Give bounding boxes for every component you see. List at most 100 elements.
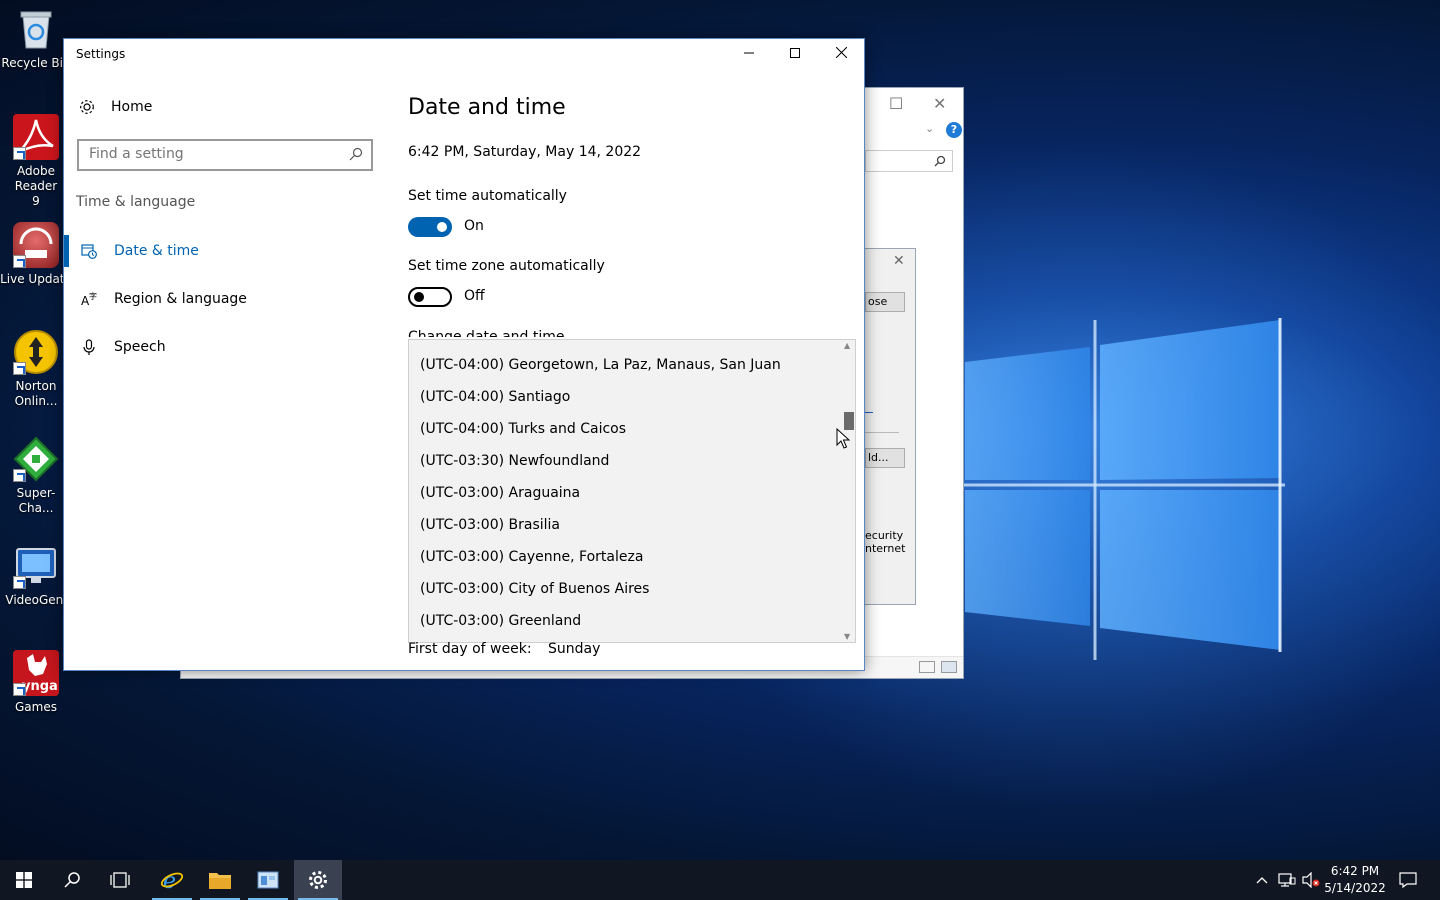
speaker-muted-icon (1302, 872, 1320, 888)
tiles-view-icon[interactable] (941, 661, 957, 673)
timezone-dropdown-list[interactable]: (UTC-04:00) Georgetown, La Paz, Manaus, … (408, 339, 856, 643)
internet-explorer-icon: e (160, 869, 184, 892)
settings-window[interactable]: Settings Home Time & language (63, 38, 865, 671)
clock-calendar-icon (81, 244, 97, 259)
timezone-option[interactable]: (UTC-03:00) Araguaina (409, 477, 855, 509)
search-button[interactable] (48, 860, 96, 900)
windows-start-icon (16, 872, 32, 888)
desktop-icon-label: Norton Onlin... (14, 379, 58, 408)
chevron-up-icon (1256, 877, 1268, 884)
live-update-icon (13, 222, 59, 268)
scrollbar[interactable]: ▲ ▼ (841, 340, 855, 642)
find-setting-search[interactable] (77, 139, 373, 171)
desktop-icon-label: Adobe Reader 9 (14, 164, 58, 208)
desktop-icon-adobe-reader[interactable]: Adobe Reader 9 (0, 114, 72, 209)
active-indicator (64, 331, 69, 363)
control-panel-icon (257, 871, 279, 889)
desktop-icon-live-update[interactable]: Live Update (0, 222, 72, 287)
desktop-icon-label: Games (15, 700, 57, 714)
network-tray-button[interactable] (1276, 860, 1298, 900)
nav-home-label: Home (111, 99, 153, 115)
zynga-icon: ynga (13, 650, 59, 696)
svg-text:字: 字 (89, 291, 97, 301)
nav-item-label: Speech (114, 339, 166, 355)
close-icon[interactable]: ✕ (933, 94, 946, 113)
timezone-option[interactable]: (UTC-04:00) Georgetown, La Paz, Manaus, … (409, 349, 855, 381)
maximize-icon[interactable]: ☐ (889, 94, 903, 113)
nav-item-label: Date & time (114, 243, 199, 259)
first-day-value[interactable]: Sunday (548, 641, 600, 657)
recycle-bin-icon (13, 6, 59, 52)
search-input[interactable] (79, 141, 329, 167)
help-icon[interactable]: ? (946, 122, 962, 138)
change-date-time-heading: Change date and time (408, 329, 565, 337)
active-indicator (64, 283, 69, 315)
dialog-button[interactable]: ld... (865, 448, 905, 468)
taskbar-internet-explorer[interactable]: e (148, 860, 196, 900)
timezone-option[interactable]: (UTC-04:00) Turks and Caicos (409, 413, 855, 445)
desktop-icon-super-charger[interactable]: Super-Cha... (0, 436, 72, 516)
details-view-icon[interactable] (919, 661, 935, 673)
background-dialog[interactable]: ✕ ose ld... ecurity nternet (864, 248, 916, 605)
content-pane: Date and time 6:42 PM, Saturday, May 14,… (408, 39, 864, 670)
taskbar-settings[interactable] (294, 860, 342, 900)
task-view-icon (110, 872, 130, 888)
timezone-option[interactable]: (UTC-03:00) City of Buenos Aires (409, 573, 855, 605)
action-center-button[interactable] (1392, 860, 1424, 900)
adobe-reader-icon (13, 114, 59, 160)
nav-section-heading: Time & language (76, 194, 196, 210)
set-tz-auto-label: Set time zone automatically (408, 258, 605, 274)
page-title: Date and time (408, 95, 566, 120)
set-time-auto-toggle[interactable] (408, 217, 452, 237)
current-datetime: 6:42 PM, Saturday, May 14, 2022 (408, 144, 642, 160)
clock-date: 5/14/2022 (1324, 881, 1386, 895)
dialog-text: ecurity nternet (865, 529, 905, 555)
norton-icon (13, 329, 59, 375)
set-tz-auto-state: Off (464, 288, 485, 304)
mouse-cursor-icon (836, 428, 850, 449)
window-title: Settings (76, 47, 126, 61)
set-tz-auto-toggle[interactable] (408, 287, 452, 307)
shortcut-arrow-icon (13, 576, 26, 589)
shortcut-arrow-icon (13, 683, 26, 696)
svg-text:e: e (163, 869, 176, 892)
nav-item-region-language[interactable]: A字 Region & language (64, 283, 384, 315)
taskbar-control-panel[interactable] (244, 860, 292, 900)
set-time-auto-state: On (464, 218, 484, 234)
timezone-option[interactable]: (UTC-03:00) Cayenne, Fortaleza (409, 541, 855, 573)
search-icon (64, 872, 80, 888)
monitor-icon (13, 543, 59, 589)
taskbar-file-explorer[interactable] (196, 860, 244, 900)
nav-item-date-time[interactable]: Date & time (64, 235, 384, 267)
timezone-option[interactable]: (UTC-04:00) Santiago (409, 381, 855, 413)
nav-home[interactable]: Home (78, 96, 152, 118)
network-icon (1278, 873, 1296, 887)
desktop-icon-label: Super-Cha... (16, 486, 56, 515)
dialog-button[interactable]: ose (865, 292, 905, 312)
desktop-icon-zynga-games[interactable]: ynga Games (0, 650, 72, 715)
dialog-link[interactable] (865, 412, 873, 413)
timezone-option[interactable]: (UTC-03:00) Brasilia (409, 509, 855, 541)
settings-gear-icon (309, 871, 327, 889)
chevron-down-icon[interactable]: ⌄ (925, 122, 934, 135)
timezone-option[interactable]: (UTC-03:00) Greenland (409, 605, 855, 637)
task-view-button[interactable] (96, 860, 144, 900)
taskbar-clock[interactable]: 6:42 PM 5/14/2022 (1322, 863, 1388, 897)
search-icon[interactable] (349, 147, 363, 161)
start-button[interactable] (0, 860, 48, 900)
volume-tray-button[interactable] (1300, 860, 1322, 900)
nav-item-speech[interactable]: Speech (64, 331, 384, 363)
scroll-up-icon[interactable]: ▲ (844, 341, 850, 350)
notification-icon (1399, 872, 1417, 888)
desktop-icon-label: VideoGeni (5, 593, 67, 607)
desktop-icon-norton[interactable]: Norton Onlin... (0, 329, 72, 409)
desktop-icon-videogenie[interactable]: VideoGeni (0, 543, 72, 608)
timezone-option[interactable]: (UTC-03:30) Newfoundland (409, 445, 855, 477)
background-search-input[interactable] (865, 150, 953, 172)
shortcut-arrow-icon (13, 362, 26, 375)
close-icon[interactable]: ✕ (893, 253, 905, 269)
show-hidden-icons-button[interactable] (1252, 860, 1272, 900)
dialog-text-line: nternet (865, 542, 906, 555)
scroll-down-icon[interactable]: ▼ (844, 632, 850, 641)
desktop-icon-recycle-bin[interactable]: Recycle Bin (0, 6, 72, 71)
